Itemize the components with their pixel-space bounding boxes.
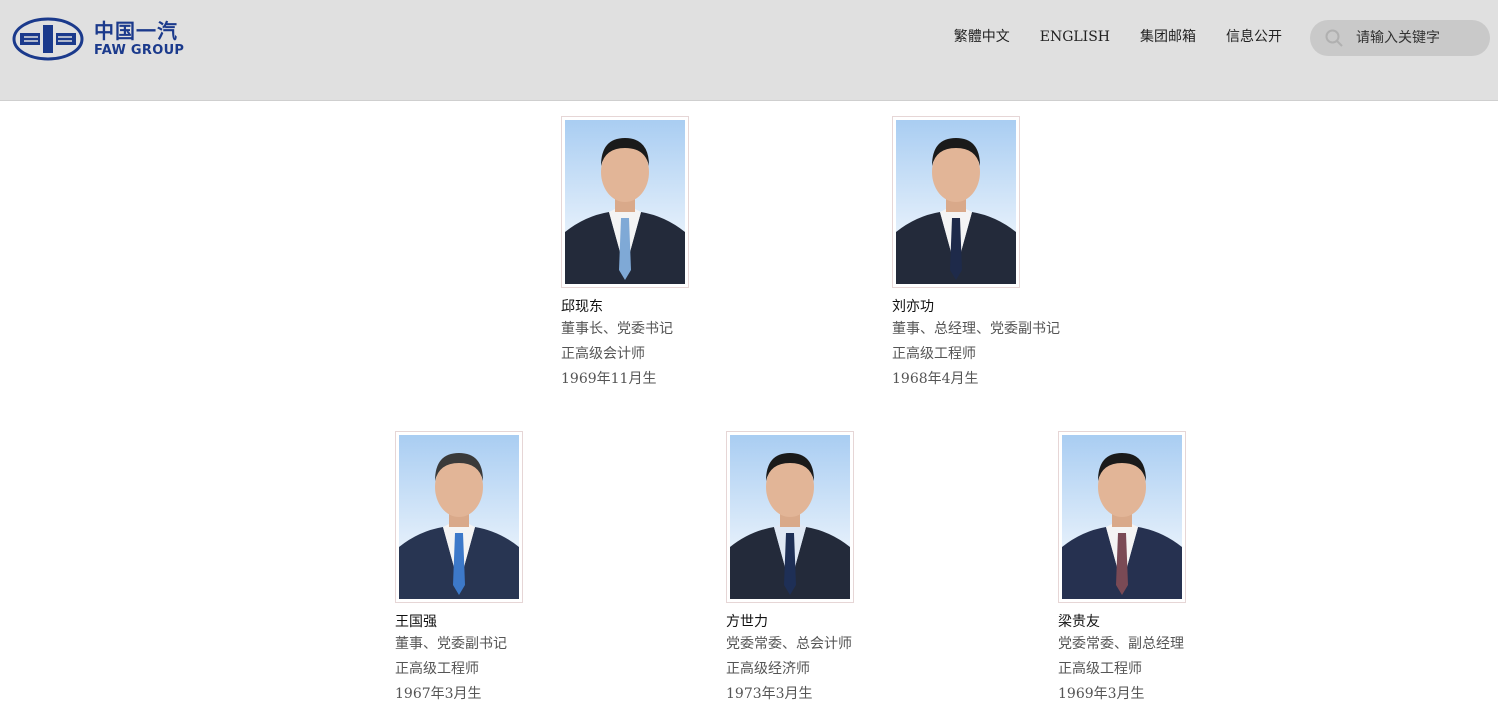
- nav-info-disclosure[interactable]: 信息公开: [1226, 27, 1282, 47]
- top-nav: 繁體中文 ENGLISH 集团邮箱 信息公开: [954, 27, 1282, 47]
- leader-photo-frame: [726, 431, 854, 603]
- search-icon[interactable]: [1324, 28, 1344, 48]
- leader-photo-frame: [561, 116, 689, 288]
- leader-born: 1969年3月生: [1058, 686, 1145, 702]
- leader-photo: [565, 120, 685, 284]
- leader-title: 董事长、党委书记: [561, 321, 673, 337]
- leader-photo: [896, 120, 1016, 284]
- nav-english[interactable]: ENGLISH: [1040, 27, 1110, 47]
- leader-photo-frame: [395, 431, 523, 603]
- leader-card: 方世力 党委常委、总会计师 正高级经济师 1973年3月生: [726, 431, 986, 707]
- leader-rank: 正高级工程师: [1058, 661, 1142, 677]
- leader-rank: 正高级会计师: [561, 346, 645, 362]
- leader-photo-frame: [1058, 431, 1186, 603]
- leader-name: 刘亦功: [892, 299, 934, 315]
- leader-title: 董事、党委副书记: [395, 636, 507, 652]
- leader-photo-frame: [892, 116, 1020, 288]
- leader-title: 董事、总经理、党委副书记: [892, 321, 1060, 337]
- faw-emblem-icon: [12, 17, 84, 61]
- logo-text-en: FAW GROUP: [94, 43, 185, 58]
- leader-born: 1967年3月生: [395, 686, 482, 702]
- leader-photo: [399, 435, 519, 599]
- leader-photo: [730, 435, 850, 599]
- logo-text-cn: 中国一汽: [94, 19, 178, 43]
- leader-name: 梁贵友: [1058, 614, 1100, 630]
- leader-card: 王国强 董事、党委副书记 正高级工程师 1967年3月生: [395, 431, 655, 707]
- leader-name: 王国强: [395, 614, 437, 630]
- leader-card: 刘亦功 董事、总经理、党委副书记 正高级工程师 1968年4月生: [892, 116, 1152, 392]
- leader-name: 邱现东: [561, 299, 603, 315]
- site-header: 中国一汽 FAW GROUP 繁體中文 ENGLISH 集团邮箱 信息公开: [0, 0, 1498, 101]
- leader-title: 党委常委、总会计师: [726, 636, 852, 652]
- leader-card: 梁贵友 党委常委、副总经理 正高级工程师 1969年3月生: [1058, 431, 1318, 707]
- nav-group-mail[interactable]: 集团邮箱: [1140, 27, 1196, 47]
- leader-born: 1969年11月生: [561, 371, 657, 387]
- search-box[interactable]: [1310, 20, 1490, 56]
- leader-born: 1968年4月生: [892, 371, 979, 387]
- faw-logo[interactable]: 中国一汽 FAW GROUP: [12, 16, 187, 62]
- leader-rank: 正高级经济师: [726, 661, 810, 677]
- leader-rank: 正高级工程师: [892, 346, 976, 362]
- leader-card: 邱现东 董事长、党委书记 正高级会计师 1969年11月生: [561, 116, 821, 392]
- leader-name: 方世力: [726, 614, 768, 630]
- search-input[interactable]: [1356, 30, 1486, 46]
- leader-photo: [1062, 435, 1182, 599]
- leader-born: 1973年3月生: [726, 686, 813, 702]
- leader-title: 党委常委、副总经理: [1058, 636, 1184, 652]
- leader-rank: 正高级工程师: [395, 661, 479, 677]
- nav-traditional-chinese[interactable]: 繁體中文: [954, 27, 1010, 47]
